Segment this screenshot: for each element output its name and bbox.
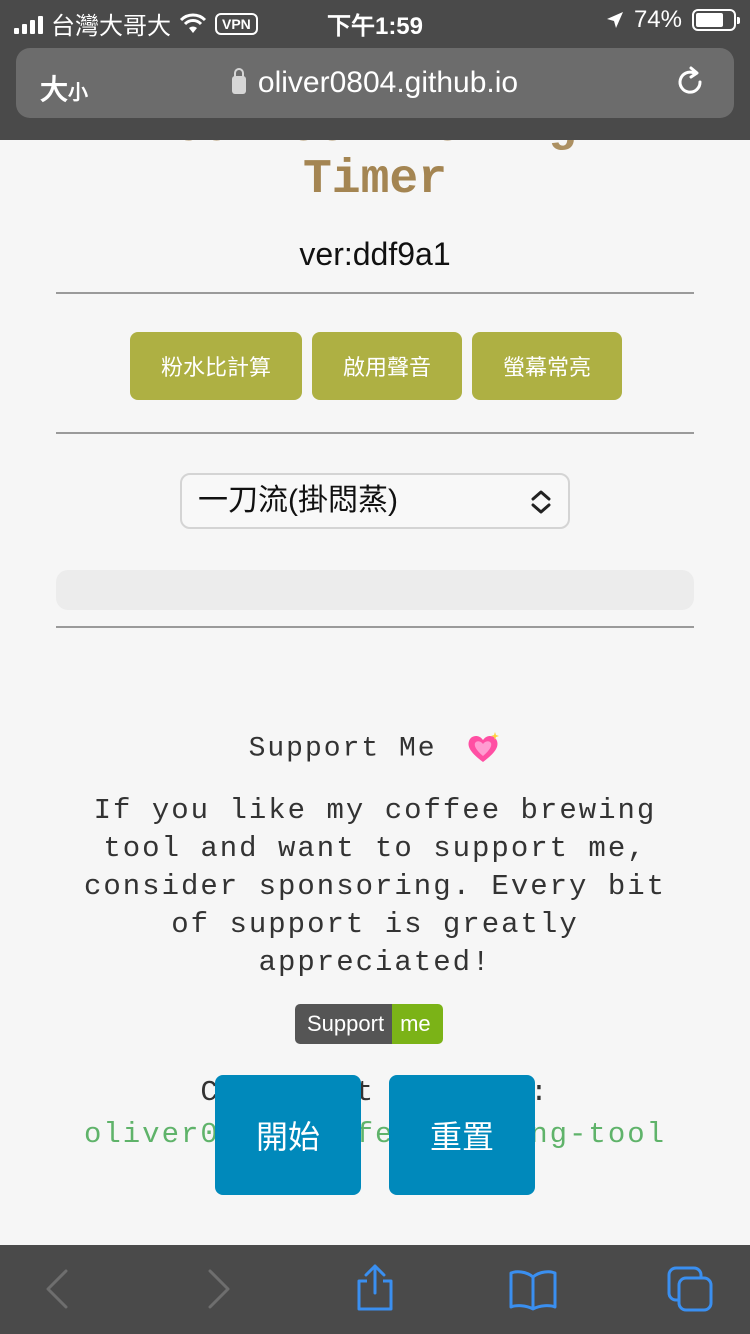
back-arrow-icon[interactable]: [36, 1267, 80, 1311]
tabs-icon[interactable]: [666, 1265, 714, 1313]
chevron-up-down-icon: [531, 490, 551, 514]
version-label: ver:ddf9a1: [299, 236, 451, 272]
location-arrow-icon: [606, 12, 623, 28]
divider: [56, 292, 694, 294]
page-title-line2: Timer: [302, 153, 448, 207]
reset-button[interactable]: 重置: [389, 1075, 535, 1195]
page-content: Coffee Brewing Timer ver:ddf9a1 粉水比計算 啟用…: [0, 140, 750, 1245]
check-repo-text: Check out my repo:: [200, 1076, 550, 1109]
url-text: oliver0804.github.io: [257, 66, 519, 99]
lock-icon: [231, 68, 246, 94]
enable-sound-button[interactable]: 啟用聲音: [312, 332, 462, 400]
browser-toolbar: [0, 1245, 750, 1334]
bookmarks-icon[interactable]: [508, 1267, 558, 1311]
battery-icon: [692, 9, 740, 31]
divider: [56, 626, 694, 628]
browser-chrome: 大小 oliver0804.github.io: [0, 40, 750, 140]
battery-percent: 74%: [633, 6, 682, 33]
badge-left: Support: [295, 1004, 393, 1044]
reload-icon[interactable]: [672, 64, 708, 100]
keep-screen-on-button[interactable]: 螢幕常亮: [472, 332, 622, 400]
badge-right: me: [392, 1004, 443, 1044]
support-heading-text: Support Me: [248, 733, 437, 765]
url-field[interactable]: oliver0804.github.io: [16, 66, 734, 100]
status-right: 74%: [606, 6, 740, 34]
address-bar[interactable]: 大小 oliver0804.github.io: [16, 48, 734, 118]
tool-buttons: 粉水比計算 啟用聲音 螢幕常亮: [130, 332, 622, 400]
repo-link[interactable]: oliver0804/Coffee-brewing-tool: [80, 1116, 670, 1154]
sparkling-heart-icon: [468, 732, 500, 762]
share-icon[interactable]: [353, 1263, 397, 1313]
start-button[interactable]: 開始: [215, 1075, 361, 1195]
status-bar: 台灣大哥大 VPN 下午1:59 74%: [0, 0, 750, 40]
page-title: Coffee Brewing Timer: [0, 140, 750, 206]
brew-method-value: 一刀流(掛悶蒸): [198, 484, 398, 517]
divider: [56, 432, 694, 434]
timer-progress-bar: [56, 570, 694, 610]
support-me-badge[interactable]: Support me: [295, 1004, 443, 1044]
page-title-line1: Coffee Brewing: [0, 140, 750, 154]
support-message: If you like my coffee brewing tool and w…: [83, 794, 667, 979]
brew-method-select[interactable]: 一刀流(掛悶蒸): [180, 473, 570, 529]
ratio-calculator-button[interactable]: 粉水比計算: [130, 332, 302, 400]
forward-arrow-icon[interactable]: [196, 1267, 240, 1311]
support-heading: Support Me: [0, 730, 750, 766]
